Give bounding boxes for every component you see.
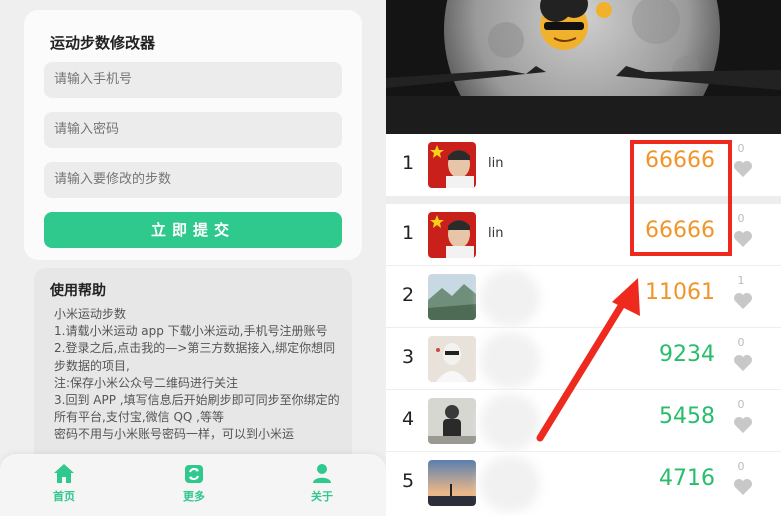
rank-number: 1 — [402, 152, 415, 174]
rank-number: 4 — [402, 408, 415, 430]
help-line: 3.回到 APP ,填写信息后开始刷步即可同步至你绑定的所有平台,支付宝,微信 … — [54, 393, 340, 425]
highlight-box — [630, 140, 732, 256]
leaderboard-screen: 1 lin 66666 0 1 lin 66666 0 2 11061 1 3 … — [386, 0, 781, 516]
like-count: 0 — [737, 212, 745, 225]
heart-icon[interactable] — [733, 292, 753, 310]
step-count: 9234 — [659, 342, 715, 367]
rank-number: 5 — [402, 470, 415, 492]
help-line: 注:保存小米公众号二维码进行关注 — [54, 375, 239, 390]
steps-input[interactable] — [44, 162, 342, 198]
avatar — [428, 398, 476, 444]
heart-icon[interactable] — [733, 354, 753, 372]
like-count: 0 — [737, 398, 745, 411]
avatar — [428, 460, 476, 506]
blurred-username — [480, 456, 540, 512]
nav-item-about[interactable]: 关于 — [292, 460, 352, 504]
nav-item-home[interactable]: 首页 — [34, 460, 94, 504]
moon-illustration — [386, 0, 781, 134]
help-body: 小米运动步数 1.请载小米运动 app 下载小米运动,手机号注册账号 2.登录之… — [54, 306, 344, 444]
help-line: 1.请载小米运动 app 下载小米运动,手机号注册账号 — [54, 324, 328, 339]
home-icon — [54, 464, 74, 483]
heart-icon[interactable] — [733, 230, 753, 248]
phone-input[interactable] — [44, 62, 342, 98]
nav-label-more: 更多 — [183, 490, 205, 503]
step-modifier-screen: 运动步数修改器 立即提交 使用帮助 小米运动步数 1.请载小米运动 app 下载… — [0, 0, 386, 516]
step-count: 4716 — [659, 466, 715, 491]
username: lin — [488, 226, 504, 241]
username: lin — [488, 156, 504, 171]
heart-icon[interactable] — [733, 416, 753, 434]
submit-button[interactable]: 立即提交 — [44, 212, 342, 248]
form-title: 运动步数修改器 — [50, 34, 156, 52]
avatar — [428, 336, 476, 382]
help-line: 小米运动步数 — [54, 307, 127, 321]
help-title: 使用帮助 — [50, 283, 106, 299]
like-count: 1 — [737, 274, 745, 287]
like-count: 0 — [737, 336, 745, 349]
help-card: 使用帮助 小米运动步数 1.请载小米运动 app 下载小米运动,手机号注册账号 … — [34, 268, 352, 468]
nav-label-home: 首页 — [53, 490, 75, 503]
heart-icon[interactable] — [733, 160, 753, 178]
rank-number: 1 — [402, 222, 415, 244]
moon-banner-image — [386, 0, 781, 134]
help-line: 密码不用与小米账号密码一样，可以到小米运 — [54, 427, 295, 442]
rank-number: 3 — [402, 346, 415, 368]
refresh-icon — [185, 465, 203, 483]
nav-item-more[interactable]: 更多 — [164, 460, 224, 504]
form-card: 运动步数修改器 立即提交 — [24, 10, 362, 260]
leaderboard-row: 5 4716 0 — [386, 452, 781, 514]
like-count: 0 — [737, 142, 745, 155]
rank-number: 2 — [402, 284, 415, 306]
nav-label-about: 关于 — [311, 490, 333, 503]
avatar — [428, 142, 476, 188]
step-count: 5458 — [659, 404, 715, 429]
arrow-annotation — [536, 278, 640, 442]
like-count: 0 — [737, 460, 745, 473]
screenshot-root: 运动步数修改器 立即提交 使用帮助 小米运动步数 1.请载小米运动 app 下载… — [0, 0, 781, 516]
user-icon — [313, 464, 331, 483]
password-input[interactable] — [44, 112, 342, 148]
heart-icon[interactable] — [733, 478, 753, 496]
bottom-nav: 首页 更多 关于 — [0, 454, 386, 516]
avatar — [428, 212, 476, 258]
help-line: 2.登录之后,点击我的—>第三方数据接入,绑定你想同步数据的项目, — [54, 341, 336, 373]
avatar — [428, 274, 476, 320]
